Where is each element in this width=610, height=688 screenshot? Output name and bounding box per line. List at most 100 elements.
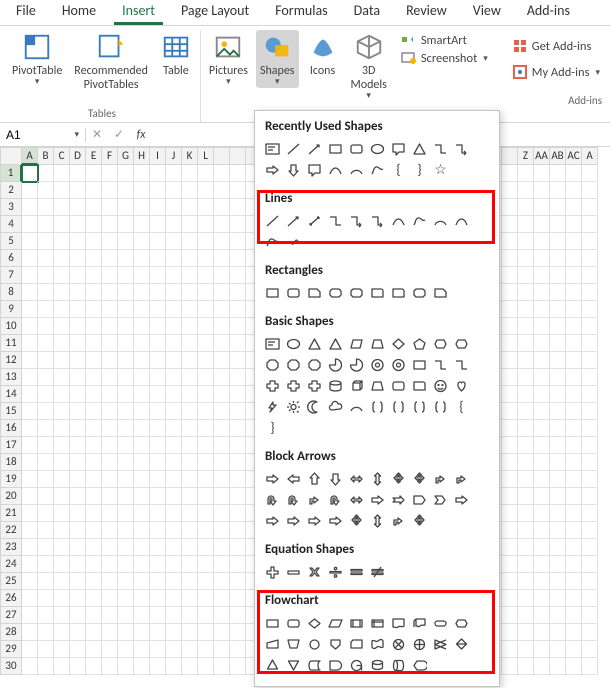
uArrow-shape[interactable]: [263, 491, 282, 509]
cell[interactable]: [22, 369, 38, 386]
cell[interactable]: [566, 267, 582, 284]
cell[interactable]: [230, 590, 246, 607]
cell[interactable]: [214, 420, 230, 437]
cell[interactable]: [566, 352, 582, 369]
cell[interactable]: [182, 658, 198, 675]
cell[interactable]: [518, 454, 534, 471]
cell[interactable]: [86, 488, 102, 505]
3dmodels-button[interactable]: 3D Models ▾: [347, 30, 391, 102]
col-header[interactable]: [502, 147, 518, 165]
cell[interactable]: [134, 250, 150, 267]
snip1-shape[interactable]: [431, 284, 450, 302]
cell[interactable]: [182, 590, 198, 607]
cell[interactable]: [118, 318, 134, 335]
cell[interactable]: [102, 607, 118, 624]
pie-shape[interactable]: [326, 356, 345, 374]
myaddins-button[interactable]: My Add-ins ▾: [512, 64, 600, 80]
cell[interactable]: [550, 505, 566, 522]
cell[interactable]: [518, 165, 534, 182]
cell[interactable]: [102, 624, 118, 641]
cell[interactable]: [518, 607, 534, 624]
cell[interactable]: [214, 233, 230, 250]
cell[interactable]: [534, 488, 550, 505]
cell[interactable]: [22, 250, 38, 267]
roundRect-shape[interactable]: [389, 377, 408, 395]
cell[interactable]: [150, 624, 166, 641]
cell[interactable]: [502, 556, 518, 573]
cell[interactable]: [534, 199, 550, 216]
cell[interactable]: [166, 250, 182, 267]
cell[interactable]: [582, 352, 598, 369]
cell[interactable]: [214, 301, 230, 318]
cell[interactable]: [230, 267, 246, 284]
recommended-pivottables-button[interactable]: Recommended PivotTables: [70, 30, 152, 94]
cell[interactable]: [70, 284, 86, 301]
cell[interactable]: [214, 624, 230, 641]
name-box-input[interactable]: [6, 128, 66, 142]
cell[interactable]: [118, 658, 134, 675]
cloud-shape[interactable]: [326, 398, 345, 416]
col-header[interactable]: D: [70, 147, 86, 165]
cell[interactable]: [70, 165, 86, 182]
cell[interactable]: [230, 471, 246, 488]
cell[interactable]: [230, 165, 246, 182]
cell[interactable]: [102, 199, 118, 216]
cell[interactable]: [134, 437, 150, 454]
cell[interactable]: [54, 386, 70, 403]
cell[interactable]: [22, 318, 38, 335]
round1-shape[interactable]: [410, 377, 429, 395]
cell[interactable]: [230, 403, 246, 420]
cell[interactable]: [582, 454, 598, 471]
cell[interactable]: [22, 216, 38, 233]
cell[interactable]: [118, 284, 134, 301]
row-header[interactable]: 21: [0, 505, 22, 522]
cell[interactable]: [166, 199, 182, 216]
cell[interactable]: [198, 539, 214, 556]
cell[interactable]: [22, 352, 38, 369]
cell[interactable]: [22, 590, 38, 607]
cell[interactable]: [134, 318, 150, 335]
cell[interactable]: [166, 267, 182, 284]
triangle-shape[interactable]: [305, 335, 324, 353]
cell[interactable]: [22, 641, 38, 658]
cell[interactable]: [518, 369, 534, 386]
cell[interactable]: [198, 573, 214, 590]
cell[interactable]: [102, 522, 118, 539]
cell[interactable]: [566, 335, 582, 352]
cell[interactable]: [22, 539, 38, 556]
cell[interactable]: [102, 539, 118, 556]
cell[interactable]: [86, 556, 102, 573]
cell[interactable]: [22, 301, 38, 318]
cell[interactable]: [518, 216, 534, 233]
row-header[interactable]: 7: [0, 267, 22, 284]
roundRect-shape[interactable]: [284, 284, 303, 302]
cell[interactable]: [550, 488, 566, 505]
cell[interactable]: [582, 318, 598, 335]
cell[interactable]: [550, 624, 566, 641]
row-header[interactable]: 30: [0, 658, 22, 675]
cell[interactable]: [166, 590, 182, 607]
cell[interactable]: [70, 403, 86, 420]
col-header[interactable]: A: [22, 147, 38, 165]
cell[interactable]: [198, 471, 214, 488]
cell[interactable]: [54, 301, 70, 318]
sun-shape[interactable]: [284, 398, 303, 416]
cell[interactable]: [86, 318, 102, 335]
cell[interactable]: [582, 556, 598, 573]
chevron-shape[interactable]: [431, 491, 450, 509]
cell[interactable]: [502, 199, 518, 216]
cell[interactable]: [182, 539, 198, 556]
cell[interactable]: [534, 369, 550, 386]
cell[interactable]: [150, 352, 166, 369]
rightArrow-shape[interactable]: [263, 161, 282, 179]
cell[interactable]: [550, 267, 566, 284]
cross-shape[interactable]: [305, 377, 324, 395]
cell[interactable]: [534, 335, 550, 352]
cell[interactable]: [198, 369, 214, 386]
cell[interactable]: [534, 658, 550, 675]
cell[interactable]: [502, 352, 518, 369]
cell[interactable]: [86, 539, 102, 556]
cell[interactable]: [182, 335, 198, 352]
cell[interactable]: [566, 386, 582, 403]
cell[interactable]: [582, 403, 598, 420]
